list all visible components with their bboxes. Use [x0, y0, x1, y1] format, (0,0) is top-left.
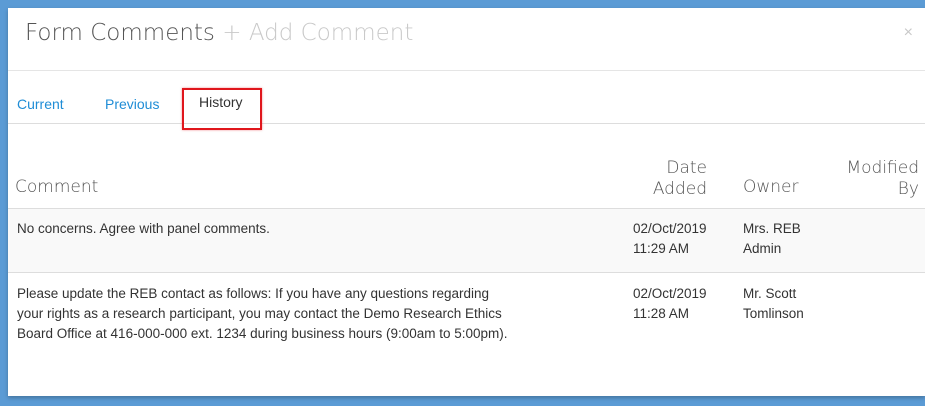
- row2-comment-line3: Board Office at 416-000-000 ext. 1234 du…: [17, 326, 508, 341]
- row2-date: 02/Oct/2019 11:28 AM: [633, 284, 733, 324]
- row2-owner: Mr. Scott Tomlinson: [743, 284, 843, 324]
- modal-title-text: Form Comments: [25, 20, 215, 46]
- row1-owner: Mrs. REB Admin: [743, 219, 843, 259]
- column-header-comment[interactable]: Comment: [15, 177, 98, 198]
- row2-time-value: 11:28 AM: [633, 306, 690, 321]
- tab-current[interactable]: Current: [17, 96, 64, 112]
- column-header-modified-by[interactable]: Modified By: [829, 158, 919, 200]
- row-divider: [8, 272, 925, 273]
- add-comment-link[interactable]: + Add Comment: [222, 20, 413, 46]
- row2-comment: Please update the REB contact as follows…: [17, 284, 617, 344]
- column-header-date-added[interactable]: Date Added: [627, 158, 707, 200]
- row2-comment-line2: your rights as a research participant, y…: [17, 306, 502, 321]
- tab-bar: Current Previous History: [8, 71, 925, 124]
- row1-owner-line2: Admin: [743, 241, 782, 256]
- modal-header: Form Comments + Add Comment ×: [8, 8, 925, 71]
- close-button[interactable]: ×: [904, 24, 913, 42]
- row2-owner-line2: Tomlinson: [743, 306, 804, 321]
- row1-time-value: 11:29 AM: [633, 241, 690, 256]
- history-tab-highlight: [182, 88, 262, 130]
- row1-date: 02/Oct/2019 11:29 AM: [633, 219, 733, 259]
- row2-comment-line1: Please update the REB contact as follows…: [17, 286, 490, 301]
- row1-date-value: 02/Oct/2019: [633, 221, 707, 236]
- modal-title: Form Comments + Add Comment: [25, 20, 413, 46]
- date-header-line2: Added: [652, 179, 707, 199]
- column-header-owner[interactable]: Owner: [743, 177, 799, 198]
- modified-header-line1: Modified: [846, 158, 919, 178]
- row2-date-value: 02/Oct/2019: [633, 286, 707, 301]
- row1-comment: No concerns. Agree with panel comments.: [17, 221, 270, 236]
- modified-header-line2: By: [897, 179, 919, 199]
- date-header-line1: Date: [666, 158, 707, 178]
- tab-previous[interactable]: Previous: [105, 96, 159, 112]
- form-comments-modal: Form Comments + Add Comment × Current Pr…: [8, 8, 925, 396]
- row2-owner-line1: Mr. Scott: [743, 286, 797, 301]
- row1-owner-line1: Mrs. REB: [743, 221, 801, 236]
